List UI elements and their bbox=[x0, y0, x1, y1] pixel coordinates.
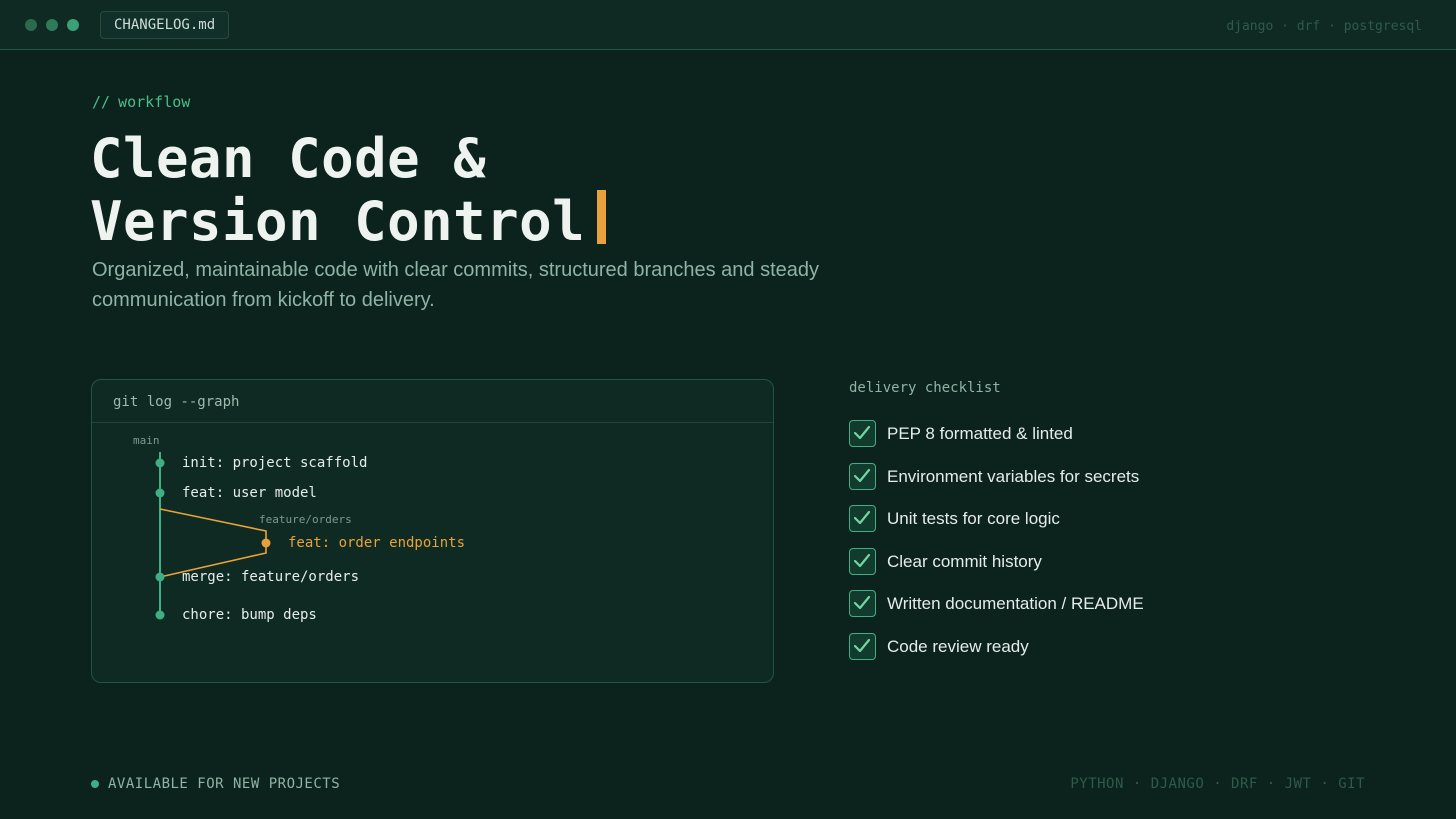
checkbox-checked[interactable] bbox=[849, 632, 876, 660]
feature-branch-out-line bbox=[159, 508, 267, 543]
checkbox-checked[interactable] bbox=[849, 462, 876, 490]
tech-stack-footer: PYTHON · DJANGO · DRF · JWT · GIT bbox=[1070, 776, 1365, 792]
commit-node bbox=[155, 610, 165, 620]
text-cursor bbox=[597, 190, 607, 244]
tech-stack-header: django · drf · postgresql bbox=[1226, 19, 1422, 34]
checkbox-checked[interactable] bbox=[849, 505, 876, 533]
file-tab[interactable]: CHANGELOG.md bbox=[100, 11, 230, 39]
window-control-dot[interactable] bbox=[67, 19, 79, 31]
checkbox-checked[interactable] bbox=[849, 547, 876, 575]
checklist-item-label: Code review ready bbox=[887, 636, 1029, 656]
commit-node-feature bbox=[261, 538, 271, 548]
title-line-1: Clean Code & bbox=[90, 127, 487, 190]
checkmark-icon bbox=[853, 468, 871, 482]
checkmark-icon bbox=[853, 425, 871, 440]
commit-node-merge bbox=[155, 572, 165, 582]
commit-node bbox=[155, 458, 165, 468]
checkbox-checked[interactable] bbox=[849, 590, 876, 618]
commit-message: chore: bump deps bbox=[182, 607, 317, 623]
commit-node bbox=[155, 488, 165, 498]
checklist-item-label: Clear commit history bbox=[887, 551, 1042, 571]
page-title: Clean Code & Version Control bbox=[90, 127, 607, 253]
checklist-title: delivery checklist bbox=[849, 380, 1001, 396]
checklist-item-label: Environment variables for secrets bbox=[887, 466, 1140, 486]
commit-message: feat: user model bbox=[182, 485, 317, 501]
title-line-2: Version Control bbox=[90, 190, 607, 253]
commit-message: merge: feature/orders bbox=[182, 569, 360, 585]
checklist-item-label: Written documentation / README bbox=[887, 594, 1144, 614]
checklist-item-label: Unit tests for core logic bbox=[887, 509, 1060, 529]
commit-message: init: project scaffold bbox=[182, 455, 368, 471]
checkmark-icon bbox=[853, 511, 871, 525]
checklist-item-label: PEP 8 formatted & linted bbox=[887, 424, 1073, 443]
section-eyebrow: // workflow bbox=[92, 93, 190, 111]
title-line-2-text: Version Control bbox=[90, 190, 586, 253]
commit-graph bbox=[155, 452, 271, 620]
checkmark-icon bbox=[853, 596, 871, 610]
checkmark-icon bbox=[853, 638, 871, 653]
git-log-panel: git log --graph main feature/orders init… bbox=[91, 379, 774, 683]
window-titlebar: CHANGELOG.md django · drf · postgresql bbox=[0, 0, 1456, 50]
window-control-dot[interactable] bbox=[46, 19, 58, 31]
eyebrow-label: workflow bbox=[118, 93, 191, 111]
status-dot-icon bbox=[91, 780, 99, 788]
window-control-dot[interactable] bbox=[25, 19, 37, 31]
checkmark-icon bbox=[853, 553, 871, 567]
page-subtitle: Organized, maintainable code with clear … bbox=[92, 259, 820, 311]
checkbox-checked[interactable] bbox=[849, 420, 876, 447]
commit-message-feature: feat: order endpoints bbox=[288, 535, 466, 551]
comment-prefix: // bbox=[92, 93, 111, 111]
availability-status: AVAILABLE FOR NEW PROJECTS bbox=[108, 776, 341, 792]
